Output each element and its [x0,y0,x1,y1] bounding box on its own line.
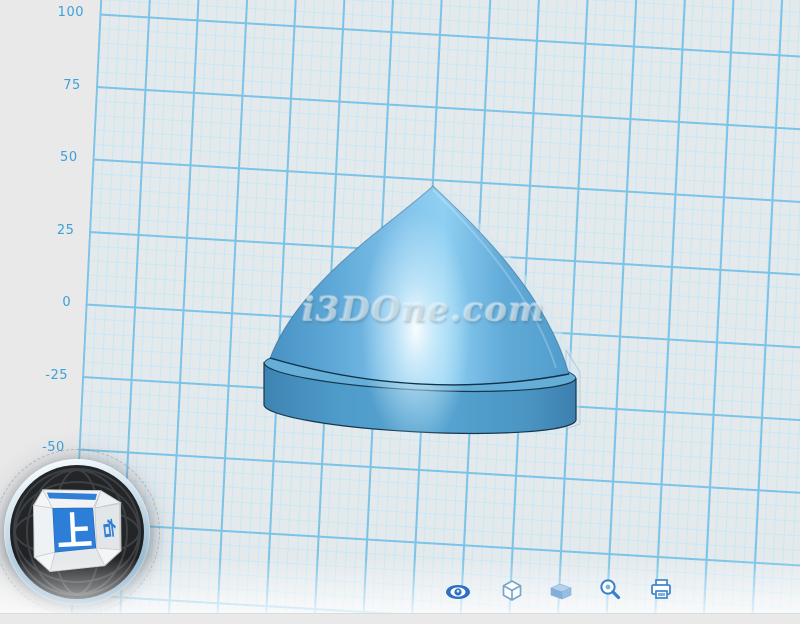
app-window: 1007550250-25-50 [0,0,800,624]
view-toolbar [0,575,800,611]
shaded-view-icon[interactable] [547,575,575,609]
view-cube[interactable] [31,486,124,573]
bottom-status-bar [0,613,800,624]
wireframe-view-icon[interactable] [498,575,526,609]
view-cube-right-face[interactable] [95,504,122,551]
visibility-eye-icon[interactable] [444,575,472,609]
zoom-magnifier-icon[interactable] [596,575,624,609]
print-icon[interactable] [647,575,675,609]
model-dome-highlight [361,210,471,450]
